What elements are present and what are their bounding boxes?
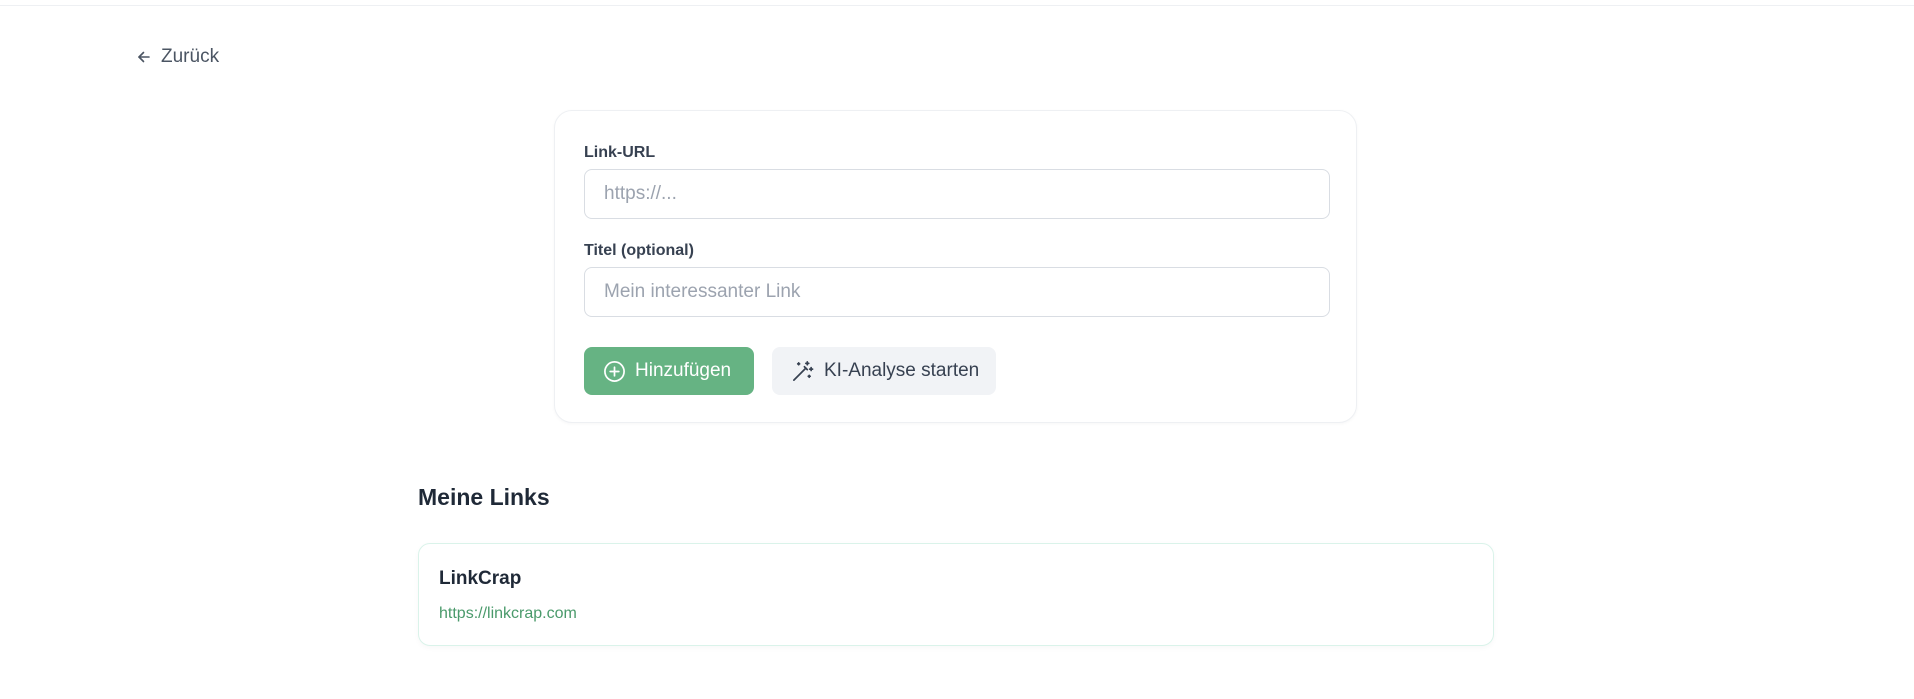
page: Zurück Link-URL Titel (optional) Hinzufü… — [0, 0, 1914, 699]
add-link-form: Link-URL Titel (optional) Hinzufügen — [554, 110, 1357, 423]
my-links-heading: Meine Links — [418, 484, 550, 510]
add-link-button[interactable]: Hinzufügen — [584, 347, 754, 395]
ai-analysis-button-label: KI-Analyse starten — [824, 360, 980, 381]
url-input[interactable] — [584, 169, 1330, 219]
magic-wand-icon — [791, 360, 814, 383]
top-divider — [0, 5, 1914, 6]
back-link[interactable]: Zurück — [136, 46, 219, 68]
link-card-url[interactable]: https://linkcrap.com — [439, 605, 577, 623]
add-link-button-label: Hinzufügen — [635, 360, 732, 381]
url-field-label: Link-URL — [584, 144, 656, 161]
back-link-label: Zurück — [161, 46, 220, 67]
plus-circle-icon — [603, 360, 626, 383]
link-card: LinkCrap https://linkcrap.com — [418, 543, 1494, 646]
title-input[interactable] — [584, 267, 1330, 317]
arrow-left-icon — [136, 49, 152, 65]
title-field-label: Titel (optional) — [584, 242, 694, 259]
ai-analysis-button[interactable]: KI-Analyse starten — [772, 347, 996, 395]
link-card-title: LinkCrap — [439, 568, 522, 589]
